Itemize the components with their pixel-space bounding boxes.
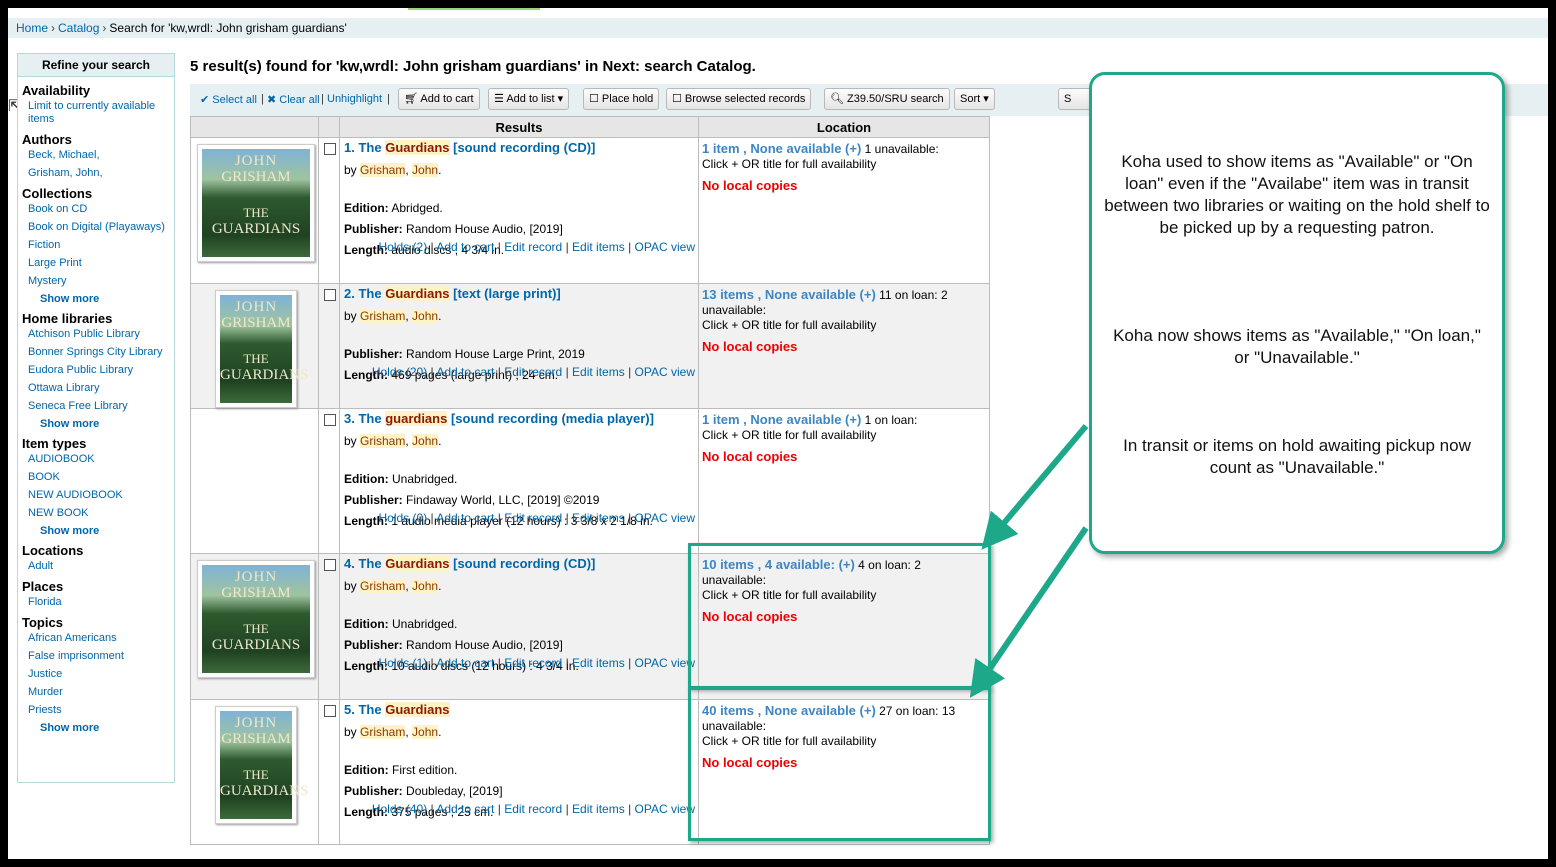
app-frame: Home › Catalog › Search for 'kw,wrdl: John g…: [8, 8, 1548, 859]
annotation-callout: Koha used to show items as "Available" o…: [1089, 72, 1505, 554]
callout-text-3: In transit or items on hold awaiting pic…: [1123, 436, 1471, 477]
callout-text-1: Koha used to show items as "Available" o…: [1104, 152, 1490, 237]
callout-text-2: Koha now shows items as "Available," "On…: [1113, 326, 1481, 367]
arrow-to-record-4: [981, 424, 1089, 550]
arrow-to-record-5: [969, 526, 1089, 698]
